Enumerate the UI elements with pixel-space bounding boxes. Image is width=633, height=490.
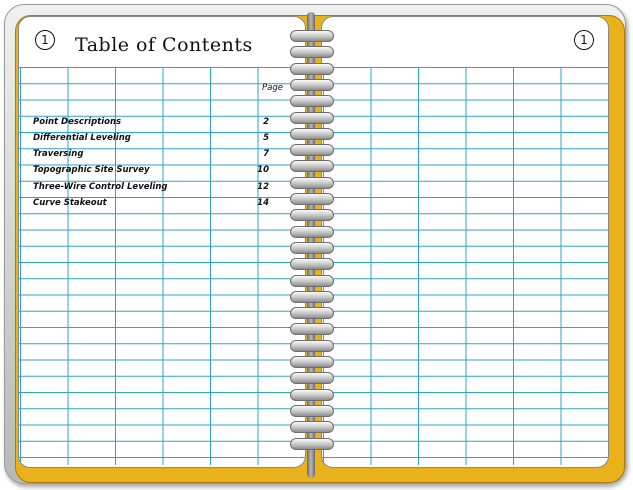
spiral-ring	[290, 160, 334, 173]
toc-entry: Differential Leveling 5	[33, 133, 269, 147]
toc-entry: Point Descriptions 2	[33, 117, 269, 131]
toc-entry-page: 7	[263, 149, 269, 159]
spiral-ring	[290, 437, 334, 450]
spiral-ring	[290, 225, 334, 238]
spiral-ring	[290, 78, 334, 91]
spiral-ring	[290, 258, 334, 271]
spiral-ring	[290, 62, 334, 75]
spiral-ring	[290, 193, 334, 205]
toc-entry: Curve Stakeout 14	[33, 198, 269, 212]
spiral-ring	[290, 421, 334, 434]
spiral-ring	[290, 209, 334, 222]
toc-entry-label: Curve Stakeout	[33, 198, 107, 208]
toc-entry-page: 10	[257, 165, 269, 175]
toc-entry-page: 5	[263, 133, 269, 143]
toc-entry-label: Point Descriptions	[33, 117, 122, 127]
toc-title: Table of Contents	[75, 34, 253, 56]
spiral-ring	[290, 339, 334, 352]
toc-entry-label: Traversing	[33, 149, 84, 159]
spiral-ring	[290, 95, 334, 108]
toc-entry: Topographic Site Survey 10	[33, 165, 269, 179]
right-page-grid	[322, 67, 608, 465]
spiral-ring	[290, 46, 334, 59]
left-page-number: 1	[35, 30, 55, 50]
spiral-ring	[290, 241, 334, 254]
spiral-ring	[290, 404, 334, 417]
page-column-header: Page	[262, 83, 283, 93]
toc-entry: Traversing 7	[33, 149, 269, 163]
spiral-ring	[290, 307, 334, 320]
spiral-ring	[290, 144, 334, 157]
toc-entry-page: 14	[257, 198, 269, 208]
toc-entry-page: 12	[257, 182, 269, 192]
toc-entry-label: Differential Leveling	[33, 133, 131, 143]
spiral-ring	[290, 356, 334, 368]
left-page: 1 Table of Contents Page Point Descripti…	[18, 16, 306, 468]
spiral-ring	[290, 30, 334, 42]
toc-entry: Three-Wire Control Leveling 12	[33, 182, 269, 196]
spiral-ring	[290, 274, 334, 287]
toc-entry-label: Topographic Site Survey	[33, 165, 150, 175]
spiral-ring	[290, 372, 334, 385]
right-page-number: 1	[574, 30, 594, 50]
right-page: 1	[321, 16, 609, 468]
spiral-ring	[290, 127, 334, 140]
spiral-ring	[290, 176, 334, 189]
spiral-ring	[290, 388, 334, 401]
toc-entry-label: Three-Wire Control Leveling	[33, 182, 168, 192]
spiral-ring	[290, 111, 334, 124]
spiral-ring	[290, 323, 334, 336]
toc-entry-page: 2	[263, 117, 269, 127]
spiral-ring	[290, 290, 334, 303]
